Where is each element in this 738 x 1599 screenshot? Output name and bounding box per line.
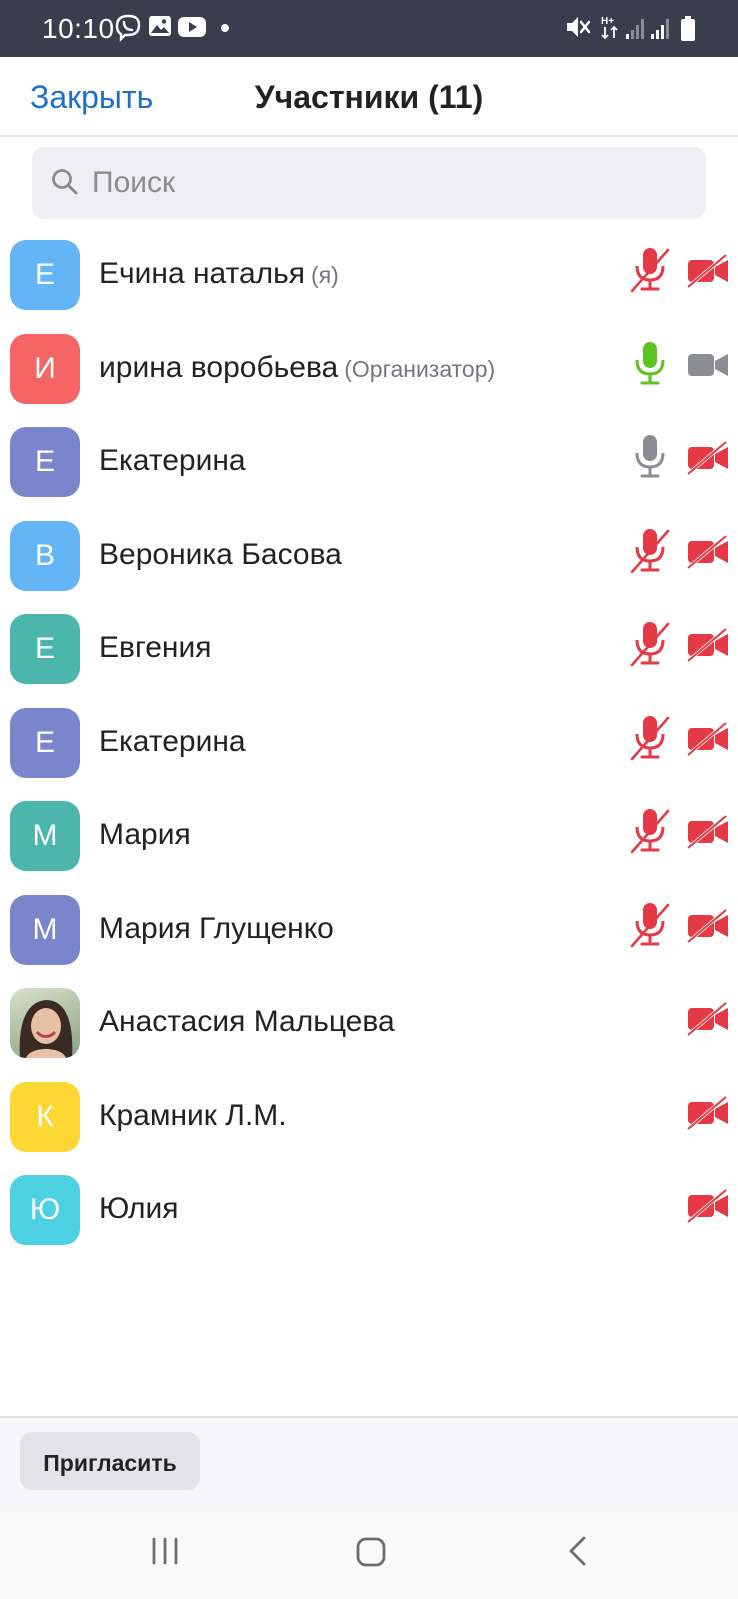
participant-name: Крамник Л.М. xyxy=(99,1098,287,1132)
video-off-icon xyxy=(686,1095,728,1130)
page-title: Участники (11) xyxy=(254,79,484,115)
participant-row[interactable]: Анастасия Мальцева xyxy=(0,988,738,1082)
participant-name: ирина воробьева xyxy=(99,350,339,384)
mic-muted-icon xyxy=(630,248,670,293)
avatar xyxy=(10,988,80,1058)
participant-name: Вероника Басова xyxy=(99,537,342,571)
avatar: Е xyxy=(10,427,80,497)
video-off-icon xyxy=(686,441,728,475)
video-off-icon xyxy=(686,534,728,569)
participant-name-wrap: Крамник Л.М. xyxy=(99,1099,287,1133)
participant-name: Мария Глущенко xyxy=(99,911,334,945)
recent-apps-icon[interactable] xyxy=(150,1536,180,1566)
mic-muted-icon xyxy=(630,715,670,760)
video-off-icon xyxy=(686,254,728,288)
video-off-icon xyxy=(686,815,728,849)
mute-vibrate-icon xyxy=(567,17,591,37)
participant-row[interactable]: Ю Юлия xyxy=(0,1175,738,1269)
video-off-icon xyxy=(686,908,728,943)
participant-list: Е Ечина наталья (я) Иирина воробьева (Органи… xyxy=(0,240,738,1269)
mic-icon xyxy=(635,435,665,478)
status-bar: 10:10 H+ xyxy=(0,0,738,57)
invite-button[interactable]: Пригласить xyxy=(20,1432,200,1490)
status-time: 10:10 xyxy=(42,13,115,44)
participant-row[interactable]: Е Екатерина xyxy=(0,427,738,521)
search-input[interactable] xyxy=(92,147,692,219)
avatar: К xyxy=(10,1081,80,1152)
avatar: Е xyxy=(10,707,80,778)
youtube-icon xyxy=(178,17,206,37)
home-icon[interactable] xyxy=(355,1536,387,1568)
participant-name-wrap: Вероника Басова xyxy=(99,538,342,572)
viber-icon xyxy=(115,14,141,42)
search-bar[interactable] xyxy=(32,147,706,219)
video-off-icon xyxy=(686,1189,728,1223)
avatar: В xyxy=(10,520,80,591)
participant-row[interactable]: К Крамник Л.М. xyxy=(0,1081,738,1176)
avatar: М xyxy=(10,801,80,871)
participant-name: Екатерина xyxy=(99,724,246,758)
avatar: Ю xyxy=(10,1175,80,1245)
gallery-icon xyxy=(149,16,171,36)
mic-muted-icon xyxy=(630,902,670,947)
mic-active-icon xyxy=(635,341,665,384)
avatar-photo-icon xyxy=(19,1000,73,1058)
signal-icon xyxy=(651,19,669,39)
participant-name-wrap: Ечина наталья (я) xyxy=(99,257,339,291)
participant-name-wrap: Мария Глущенко xyxy=(99,912,334,946)
participant-row[interactable]: Е Ечина наталья (я) xyxy=(0,240,738,334)
participant-row[interactable]: В Вероника Басова xyxy=(0,520,738,615)
mic-muted-icon xyxy=(630,528,670,573)
participant-row[interactable]: Иирина воробьева (Организатор) xyxy=(0,333,738,428)
signal-icon xyxy=(626,19,644,39)
video-off-icon xyxy=(686,1002,728,1036)
avatar: М xyxy=(10,894,80,965)
avatar: И xyxy=(10,333,80,404)
bottom-toolbar: Пригласить xyxy=(0,1416,738,1512)
participant-role: (Организатор) xyxy=(344,355,496,382)
participant-name: Анастасия Мальцева xyxy=(99,1005,395,1038)
participant-role: (я) xyxy=(311,262,339,288)
data-arrows-icon: H+ xyxy=(601,16,618,40)
participant-name-wrap: Мария xyxy=(99,818,191,852)
avatar: Е xyxy=(10,614,80,684)
battery-icon xyxy=(681,16,695,41)
participant-name: Екатерина xyxy=(99,444,246,477)
mic-muted-icon xyxy=(630,809,670,854)
participant-row[interactable]: Е Екатерина xyxy=(0,707,738,802)
participant-name-wrap: Екатерина xyxy=(99,725,246,759)
svg-text:H+: H+ xyxy=(601,16,614,27)
video-off-icon xyxy=(686,628,728,662)
video-off-icon xyxy=(686,721,728,756)
participant-name-wrap: ирина воробьева (Организатор) xyxy=(99,351,495,385)
participant-row[interactable]: М Мария Глущенко xyxy=(0,894,738,989)
participant-name-wrap: Евгения xyxy=(99,631,212,665)
header: Закрыть Участники (11) xyxy=(0,57,738,137)
participant-name-wrap: Екатерина xyxy=(99,444,246,478)
participant-name: Мария xyxy=(99,818,191,851)
participant-row[interactable]: М Мария xyxy=(0,801,738,895)
participant-name: Евгения xyxy=(99,631,212,664)
participant-name-wrap: Анастасия Мальцева xyxy=(99,1005,395,1039)
system-nav-bar xyxy=(0,1512,738,1599)
avatar: Е xyxy=(10,240,80,310)
participant-name: Юлия xyxy=(99,1192,179,1225)
participant-name: Ечина наталья xyxy=(99,257,306,290)
notification-dot xyxy=(221,24,229,32)
participant-name-wrap: Юлия xyxy=(99,1192,178,1226)
back-icon[interactable] xyxy=(566,1536,590,1566)
video-icon xyxy=(688,353,728,376)
participant-row[interactable]: Е Евгения xyxy=(0,614,738,708)
search-icon xyxy=(52,169,78,195)
mic-muted-icon xyxy=(630,622,670,667)
